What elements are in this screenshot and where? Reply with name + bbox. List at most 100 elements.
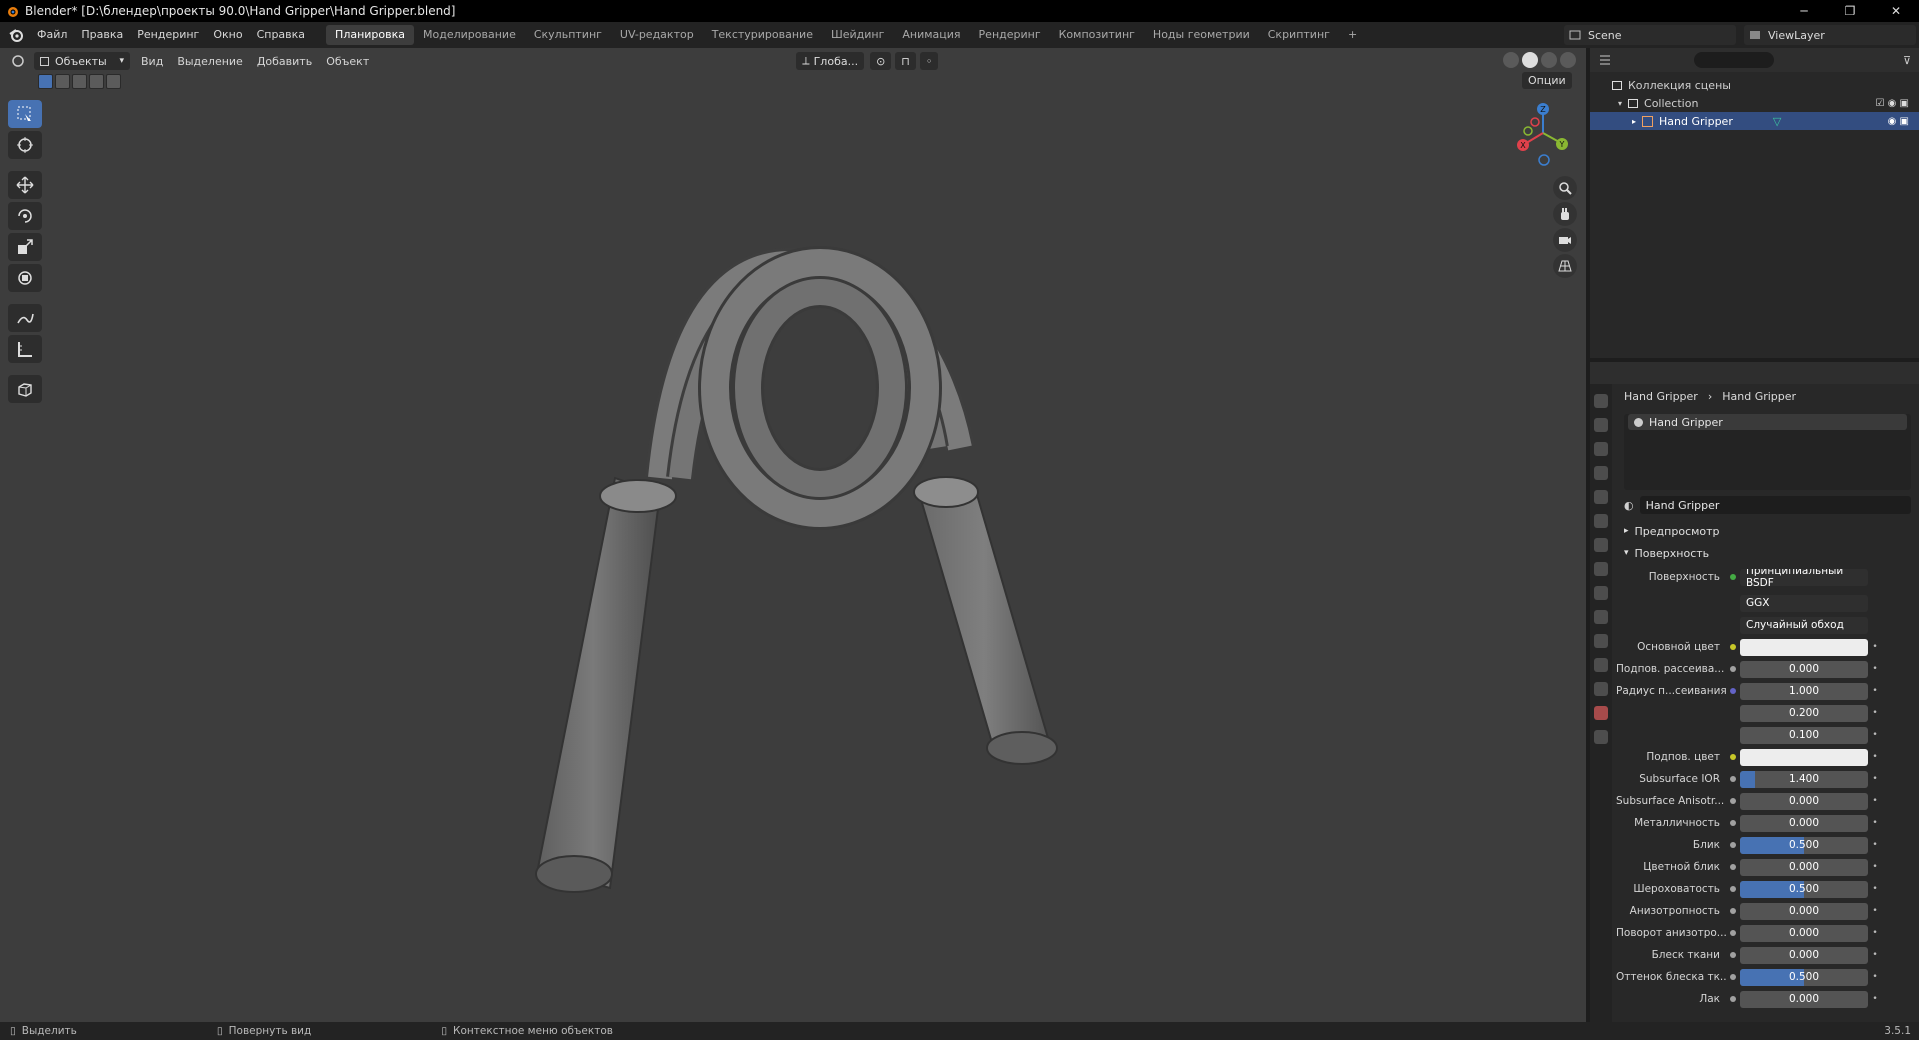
color-field[interactable] <box>1740 638 1868 656</box>
keyframe-dot-icon[interactable]: • <box>1868 774 1882 784</box>
shader-socket-icon[interactable] <box>1726 570 1740 584</box>
keyframe-dot-icon[interactable]: • <box>1868 972 1882 982</box>
material-slot[interactable]: Hand Gripper <box>1628 414 1907 430</box>
input-socket-icon[interactable] <box>1726 662 1740 676</box>
value-slider[interactable]: 0.100 <box>1740 726 1868 744</box>
physics-tab-icon[interactable] <box>1594 634 1608 648</box>
scene-tab-icon[interactable] <box>1594 490 1608 504</box>
menu-edit[interactable]: Правка <box>74 22 130 48</box>
value-slider[interactable]: 0.500 <box>1740 968 1868 986</box>
close-button[interactable]: ✕ <box>1873 0 1919 22</box>
value-slider[interactable]: 0.000 <box>1740 814 1868 832</box>
input-socket-icon[interactable] <box>1726 948 1740 962</box>
visibility-icons[interactable]: ◉ ▣ <box>1888 116 1909 127</box>
input-socket-icon[interactable] <box>1726 640 1740 654</box>
input-socket-icon[interactable] <box>1726 992 1740 1006</box>
material-name-field[interactable]: Hand Gripper <box>1639 496 1911 514</box>
blender-menu-icon[interactable] <box>8 27 24 43</box>
value-slider[interactable]: 0.200 <box>1740 704 1868 722</box>
keyframe-dot-icon[interactable]: • <box>1868 906 1882 916</box>
hand-gripper-model[interactable] <box>0 48 1586 1022</box>
maximize-button[interactable]: ❐ <box>1827 0 1873 22</box>
material-browse-icon[interactable]: ◐ <box>1624 499 1634 512</box>
input-socket-icon[interactable] <box>1726 860 1740 874</box>
outliner-row-hand-gripper[interactable]: ▸ Hand Gripper ▽ ◉ ▣ <box>1590 112 1919 130</box>
tab-compositing[interactable]: Композитинг <box>1050 25 1144 45</box>
modifier-tab-icon[interactable] <box>1594 586 1608 600</box>
input-socket-icon[interactable] <box>1726 816 1740 830</box>
input-socket-icon[interactable] <box>1726 794 1740 808</box>
input-socket-icon[interactable] <box>1726 970 1740 984</box>
surface-panel-header[interactable]: ▾ Поверхность <box>1616 542 1919 564</box>
input-socket-icon[interactable] <box>1726 904 1740 918</box>
minimize-button[interactable]: ─ <box>1781 0 1827 22</box>
input-socket-icon[interactable] <box>1726 772 1740 786</box>
keyframe-dot-icon[interactable]: • <box>1868 664 1882 674</box>
input-socket-icon[interactable] <box>1726 882 1740 896</box>
texture-tab-icon[interactable] <box>1594 730 1608 744</box>
expand-chevron-icon[interactable]: ▸ <box>1632 117 1636 126</box>
visibility-icons[interactable]: ☑ ◉ ▣ <box>1876 98 1910 109</box>
keyframe-dot-icon[interactable]: • <box>1868 642 1882 652</box>
subsurface-method-dropdown[interactable]: Случайный обход <box>1740 616 1868 634</box>
data-tab-icon[interactable] <box>1594 682 1608 696</box>
tab-scripting[interactable]: Скриптинг <box>1259 25 1339 45</box>
render-tab-icon[interactable] <box>1594 418 1608 432</box>
tab-texture-paint[interactable]: Текстурирование <box>703 25 822 45</box>
keyframe-dot-icon[interactable]: • <box>1868 818 1882 828</box>
3d-viewport[interactable]: Объекты ▾ Вид Выделение Добавить Объект … <box>0 48 1586 1022</box>
tab-geometry-nodes[interactable]: Ноды геометрии <box>1144 25 1259 45</box>
value-slider[interactable]: 0.000 <box>1740 858 1868 876</box>
menu-window[interactable]: Окно <box>206 22 249 48</box>
view-layer-tab-icon[interactable] <box>1594 466 1608 480</box>
keyframe-dot-icon[interactable]: • <box>1868 708 1882 718</box>
menu-help[interactable]: Справка <box>250 22 312 48</box>
value-slider[interactable]: 1.400 <box>1740 770 1868 788</box>
keyframe-dot-icon[interactable]: • <box>1868 884 1882 894</box>
value-slider[interactable]: 1.000 <box>1740 682 1868 700</box>
value-slider[interactable]: 0.000 <box>1740 902 1868 920</box>
scene-selector[interactable]: Scene <box>1564 25 1736 45</box>
particles-tab-icon[interactable] <box>1594 610 1608 624</box>
outliner-row-scene-collection[interactable]: Коллекция сцены <box>1590 76 1919 94</box>
value-slider[interactable]: 0.500 <box>1740 880 1868 898</box>
outliner-search-input[interactable] <box>1694 52 1774 68</box>
keyframe-dot-icon[interactable]: • <box>1868 730 1882 740</box>
constraints-tab-icon[interactable] <box>1594 658 1608 672</box>
filter-icon[interactable]: ⊽ <box>1903 54 1911 67</box>
input-socket-icon[interactable] <box>1726 684 1740 698</box>
material-tab-icon[interactable] <box>1594 706 1608 720</box>
distribution-dropdown[interactable]: GGX <box>1740 594 1868 612</box>
menu-file[interactable]: Файл <box>30 22 74 48</box>
value-slider[interactable]: 0.000 <box>1740 924 1868 942</box>
outliner-editor-icon[interactable] <box>1598 53 1614 67</box>
keyframe-dot-icon[interactable]: • <box>1868 796 1882 806</box>
tab-layout[interactable]: Планировка <box>326 25 415 45</box>
output-tab-icon[interactable] <box>1594 442 1608 456</box>
tab-sculpting[interactable]: Скульптинг <box>525 25 611 45</box>
menu-render[interactable]: Рендеринг <box>130 22 206 48</box>
color-field[interactable] <box>1740 748 1868 766</box>
object-tab-icon[interactable] <box>1594 562 1608 576</box>
outliner-row-collection[interactable]: ▾ Collection ☑ ◉ ▣ <box>1590 94 1919 112</box>
input-socket-icon[interactable] <box>1726 750 1740 764</box>
collection-tab-icon[interactable] <box>1594 538 1608 552</box>
tab-shading[interactable]: Шейдинг <box>822 25 893 45</box>
keyframe-dot-icon[interactable]: • <box>1868 686 1882 696</box>
surface-shader-dropdown[interactable]: Принципиальный BSDF <box>1740 568 1868 586</box>
keyframe-dot-icon[interactable]: • <box>1868 994 1882 1004</box>
tab-rendering[interactable]: Рендеринг <box>970 25 1050 45</box>
input-socket-icon[interactable] <box>1726 926 1740 940</box>
value-slider[interactable]: 0.000 <box>1740 990 1868 1008</box>
tool-tab-icon[interactable] <box>1594 394 1608 408</box>
value-slider[interactable]: 0.500 <box>1740 836 1868 854</box>
keyframe-dot-icon[interactable]: • <box>1868 928 1882 938</box>
expand-chevron-icon[interactable]: ▾ <box>1618 99 1622 108</box>
tab-animation[interactable]: Анимация <box>893 25 969 45</box>
value-slider[interactable]: 0.000 <box>1740 792 1868 810</box>
tab-uv-editing[interactable]: UV-редактор <box>611 25 703 45</box>
world-tab-icon[interactable] <box>1594 514 1608 528</box>
keyframe-dot-icon[interactable]: • <box>1868 950 1882 960</box>
keyframe-dot-icon[interactable]: • <box>1868 752 1882 762</box>
tab-modeling[interactable]: Моделирование <box>414 25 525 45</box>
